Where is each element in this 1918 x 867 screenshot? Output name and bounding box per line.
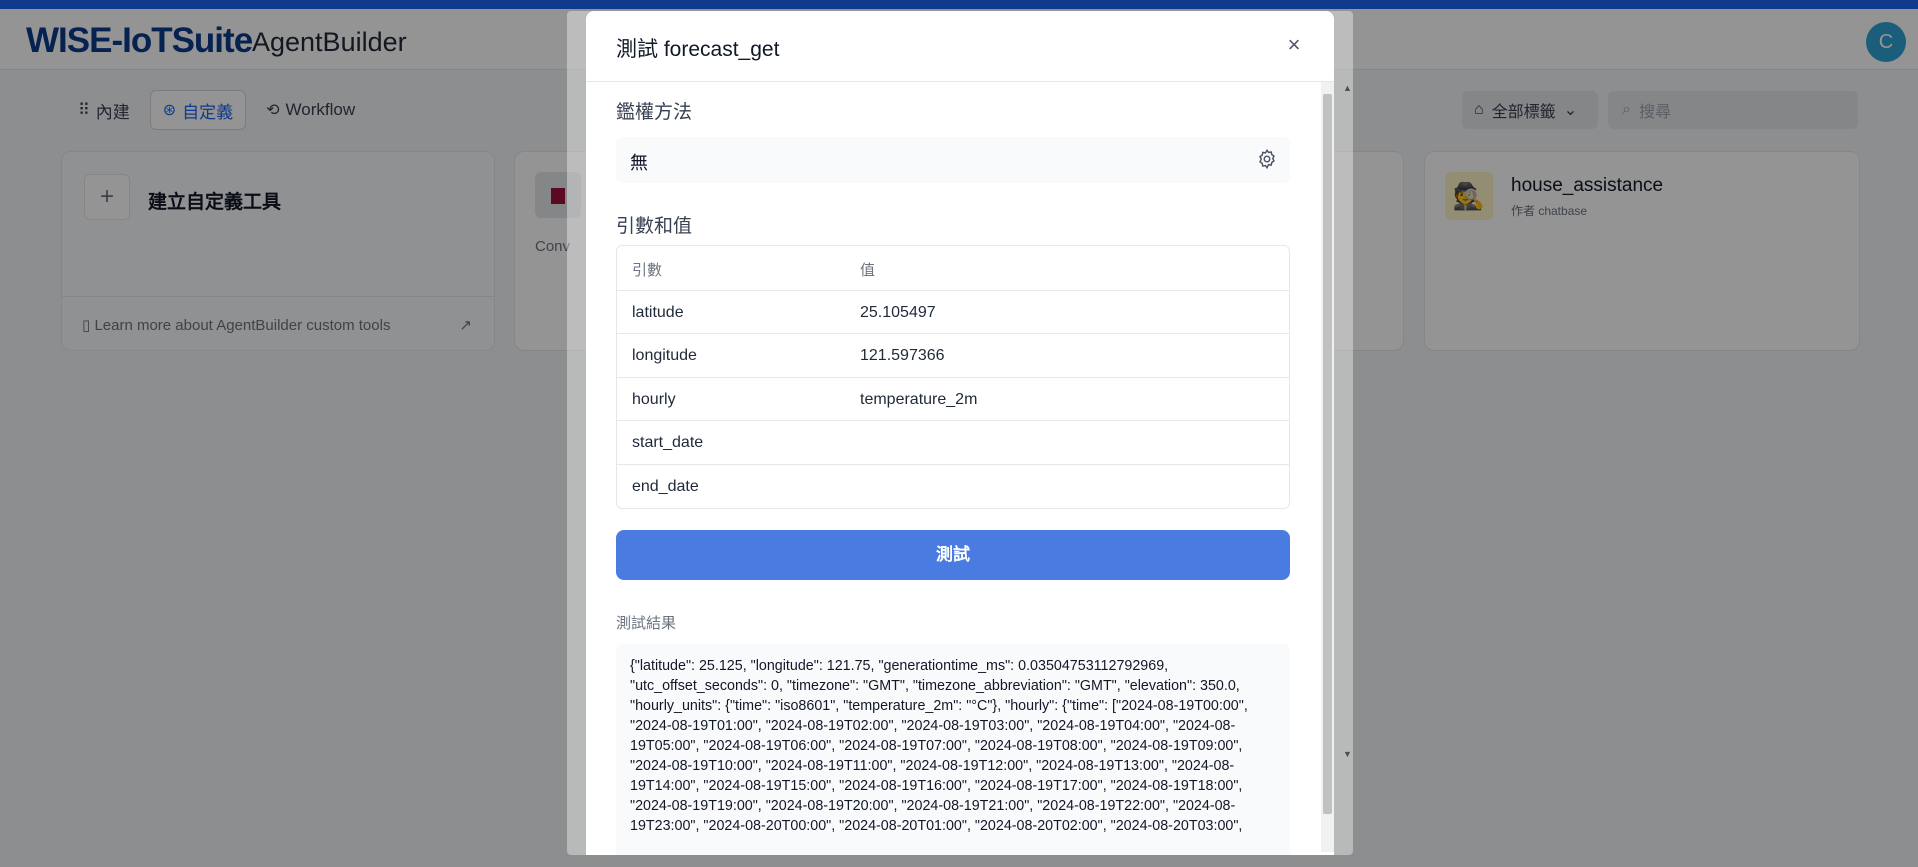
param-key: latitude xyxy=(632,303,684,321)
param-key: hourly xyxy=(632,390,676,408)
param-key: end_date xyxy=(632,477,699,495)
test-tool-modal: 測試 forecast_get × 鑑權方法 無 引數和值 引數 值 latit… xyxy=(586,11,1334,855)
param-value-input[interactable]: 25.105497 xyxy=(860,304,936,322)
params-table: 引數 值 latitude 25.105497 longitude 121.59… xyxy=(616,245,1290,509)
table-row: longitude 121.597366 xyxy=(617,333,1289,377)
params-label: 引數和值 xyxy=(616,216,693,237)
table-row: hourly temperature_2m xyxy=(617,376,1289,421)
modal-title: 測試 forecast_get xyxy=(616,38,780,61)
param-key: start_date xyxy=(632,434,704,452)
column-header-value: 值 xyxy=(860,262,876,279)
close-icon[interactable]: × xyxy=(1282,33,1306,57)
column-header-param: 引數 xyxy=(632,262,663,279)
param-key: longitude xyxy=(632,347,697,365)
auth-method-field[interactable]: 無 xyxy=(616,137,1290,183)
auth-method-label: 鑑權方法 xyxy=(616,102,693,123)
run-test-button[interactable]: 測試 xyxy=(616,530,1290,580)
modal-body[interactable]: 鑑權方法 無 引數和值 引數 值 latitude 25.105497 long… xyxy=(586,82,1334,855)
auth-method-value: 無 xyxy=(630,153,648,173)
table-row: start_date xyxy=(617,420,1289,464)
scroll-up-icon[interactable]: ▲ xyxy=(1343,83,1352,93)
scroll-down-icon[interactable]: ▼ xyxy=(1343,749,1352,759)
param-value-input[interactable]: 121.597366 xyxy=(860,347,945,365)
table-row: end_date xyxy=(617,463,1289,508)
test-result-text: {"latitude": 25.125, "longitude": 121.75… xyxy=(630,658,1252,834)
modal-scrollbar-thumb[interactable] xyxy=(1323,94,1332,814)
param-value-input[interactable]: temperature_2m xyxy=(860,391,977,409)
table-row: latitude 25.105497 xyxy=(617,289,1289,334)
test-result-output[interactable]: {"latitude": 25.125, "longitude": 121.75… xyxy=(616,644,1290,855)
modal-header: 測試 forecast_get × xyxy=(586,11,1334,82)
table-header-row: 引數 值 xyxy=(617,246,1289,290)
gear-icon[interactable] xyxy=(1256,148,1278,170)
test-result-label: 測試結果 xyxy=(616,615,677,632)
